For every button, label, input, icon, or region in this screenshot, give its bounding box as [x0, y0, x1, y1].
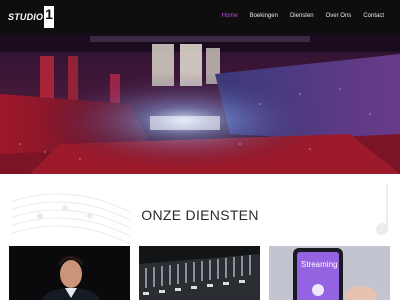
concert-arena-photo: [0, 34, 400, 174]
site-header: STUDIO 1 Home Boekingen Diensten Over On…: [0, 0, 400, 34]
streaming-phone-photo: [269, 246, 390, 300]
nav-item-boekingen[interactable]: Boekingen: [250, 13, 278, 19]
logo-number: 1: [44, 6, 54, 28]
nav-item-contact[interactable]: Contact: [363, 13, 384, 19]
nav-item-diensten[interactable]: Diensten: [290, 13, 314, 19]
logo-text: STUDIO: [8, 12, 44, 22]
service-card-streaming[interactable]: Streaming: [269, 246, 390, 300]
studio-logo[interactable]: STUDIO 1: [8, 5, 54, 29]
mixing-console-photo: [139, 246, 260, 300]
presenter-photo: [9, 246, 130, 300]
services-section: ONZE DIENSTEN Streaming: [0, 174, 400, 300]
streaming-label: Streaming: [301, 260, 338, 269]
nav-item-home[interactable]: Home: [222, 13, 238, 19]
hero-concert-image: [0, 34, 400, 174]
service-card-presenter[interactable]: [9, 246, 130, 300]
service-card-mixing-console[interactable]: [139, 246, 260, 300]
nav-item-over-ons[interactable]: Over Ons: [326, 13, 352, 19]
main-nav: Home Boekingen Diensten Over Ons Contact: [222, 13, 384, 19]
section-title: ONZE DIENSTEN: [141, 207, 259, 223]
